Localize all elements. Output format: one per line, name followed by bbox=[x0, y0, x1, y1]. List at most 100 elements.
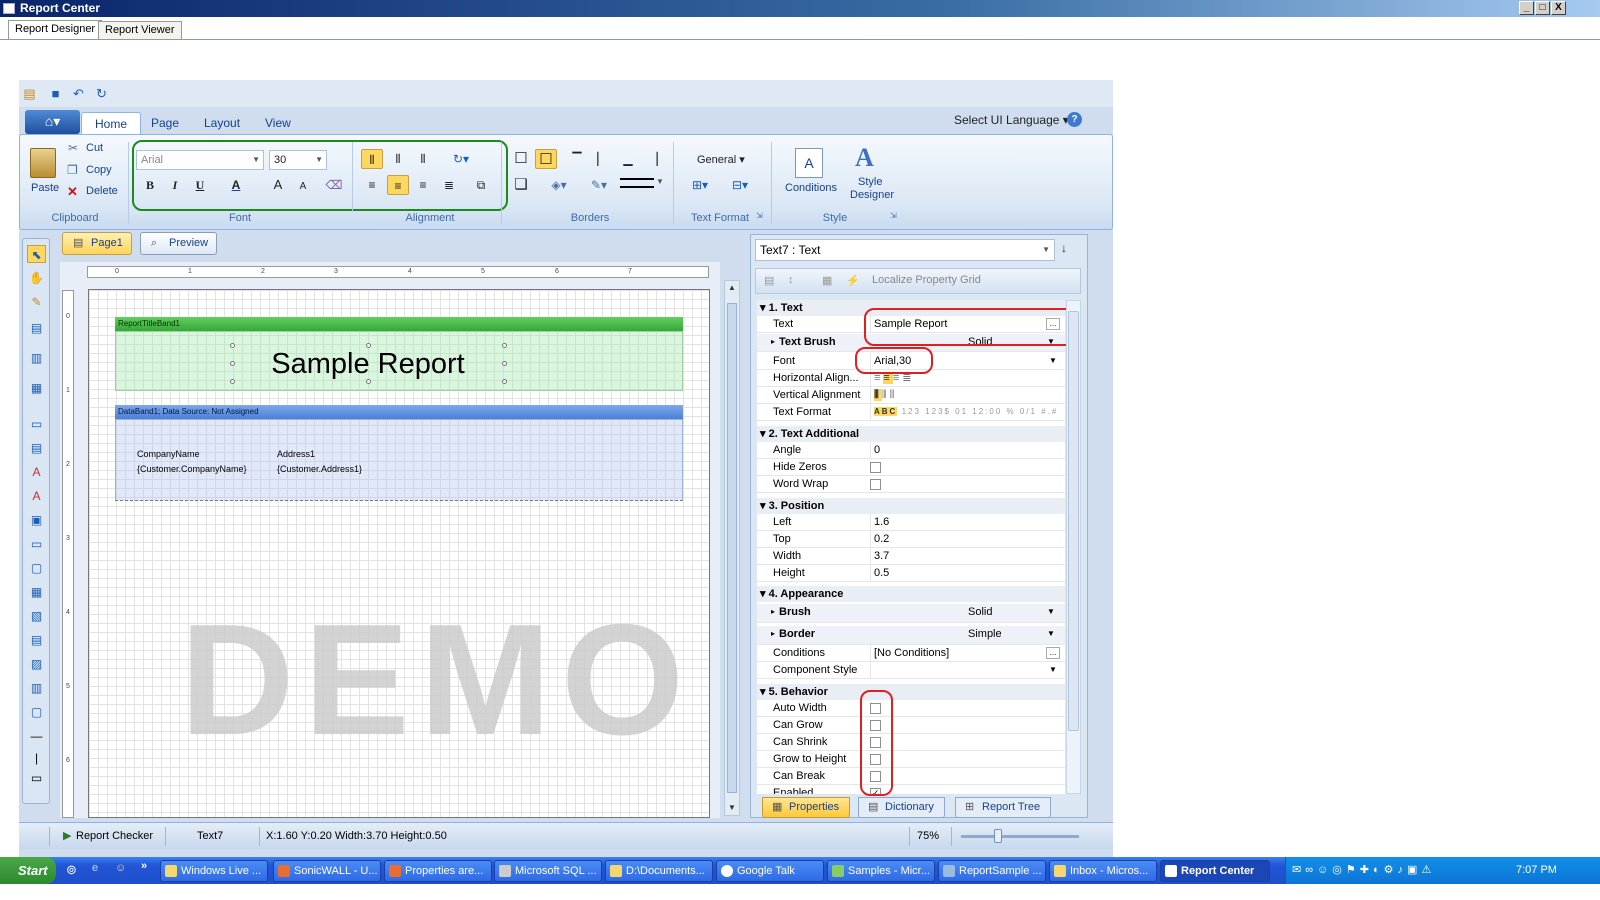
align-justify-icon[interactable]: ≣ bbox=[438, 175, 460, 195]
page-tool-icon[interactable]: ▭ bbox=[27, 415, 46, 433]
ie-icon[interactable]: e bbox=[92, 862, 98, 874]
prop-component-style[interactable]: Component Style ▼ bbox=[757, 662, 1065, 679]
image-tool-icon[interactable]: ▣ bbox=[27, 511, 46, 529]
alphabetical-icon[interactable]: ↕ bbox=[788, 274, 794, 286]
richtext-tool-icon[interactable]: A bbox=[27, 487, 46, 505]
designer-vertical-scrollbar[interactable]: ▲ ▼ bbox=[724, 280, 740, 816]
preview-tab[interactable]: ⌕ Preview bbox=[140, 232, 218, 255]
font-color-button[interactable]: A bbox=[225, 175, 247, 195]
text-format-dropdown[interactable]: General ▾ bbox=[697, 153, 745, 166]
task-sql[interactable]: Microsoft SQL ... bbox=[494, 860, 602, 882]
italic-button[interactable]: I bbox=[164, 175, 186, 195]
resize-handle[interactable] bbox=[230, 361, 235, 366]
copy-button[interactable]: Copy bbox=[86, 164, 112, 176]
ribbon-tab-home[interactable]: Home bbox=[81, 112, 142, 135]
conditions-button[interactable]: Conditions bbox=[785, 182, 837, 194]
scroll-thumb[interactable] bbox=[1068, 311, 1079, 731]
app-menu-button[interactable]: ⌂▾ bbox=[25, 110, 80, 134]
maximize-button[interactable]: □ bbox=[1535, 1, 1550, 15]
more-icon[interactable]: » bbox=[141, 860, 147, 872]
text-format-launcher-icon[interactable]: ⇲ bbox=[756, 211, 763, 220]
messenger-icon[interactable]: ☺ bbox=[115, 862, 126, 874]
align-right-icon[interactable]: ≡ bbox=[412, 175, 434, 195]
address-field[interactable]: {Customer.Address1} bbox=[277, 462, 362, 476]
prop-left[interactable]: Left 1.6 bbox=[757, 514, 1065, 531]
undo-icon[interactable]: ↶ bbox=[71, 86, 86, 101]
resize-handle[interactable] bbox=[502, 361, 507, 366]
format-currency-icon[interactable]: ⊟▾ bbox=[726, 175, 754, 195]
category-text-additional[interactable]: ▾ 2. Text Additional bbox=[757, 426, 1065, 442]
style-designer-button-line2[interactable]: Designer bbox=[850, 189, 894, 201]
close-button[interactable]: X bbox=[1551, 1, 1566, 15]
prop-angle[interactable]: Angle 0 bbox=[757, 442, 1065, 459]
tab-report-designer[interactable]: Report Designer bbox=[8, 20, 103, 39]
sort-az-icon[interactable]: ↓ bbox=[1061, 241, 1067, 255]
window-title-bar[interactable]: Report Center _ □ X bbox=[0, 0, 1600, 17]
dictionary-tab[interactable]: ▤ Dictionary bbox=[858, 797, 945, 818]
prop-can-break[interactable]: Can Break bbox=[757, 768, 1065, 785]
categorized-icon[interactable]: ▤ bbox=[764, 274, 774, 287]
category-behavior[interactable]: ▾ 5. Behavior bbox=[757, 684, 1065, 700]
border-style-dropdown-icon[interactable]: ▼ bbox=[656, 177, 664, 186]
resize-handle[interactable] bbox=[502, 379, 507, 384]
zoom-slider-thumb[interactable] bbox=[994, 829, 1002, 843]
object-selector[interactable]: Text7 : Text ▼ bbox=[755, 239, 1055, 261]
minimize-button[interactable]: _ bbox=[1519, 1, 1534, 15]
company-name-field[interactable]: {Customer.CompanyName} bbox=[137, 462, 247, 476]
prop-width[interactable]: Width 3.7 bbox=[757, 548, 1065, 565]
valign-center-icon[interactable]: ⦀ bbox=[387, 149, 409, 169]
shape-tool-icon[interactable]: ▢ bbox=[27, 703, 46, 721]
horizontal-line-tool-icon[interactable]: — bbox=[27, 727, 46, 745]
delete-button[interactable]: Delete bbox=[86, 185, 118, 197]
hand-tool-icon[interactable]: ✋ bbox=[27, 269, 46, 287]
panel-tool-icon[interactable]: ▦ bbox=[27, 379, 46, 397]
border-top-icon[interactable]: ▔ bbox=[566, 149, 588, 169]
crossband-tool-icon[interactable]: ▥ bbox=[27, 349, 46, 367]
resize-handle[interactable] bbox=[230, 379, 235, 384]
prop-auto-width[interactable]: Auto Width bbox=[757, 700, 1065, 717]
resize-handle[interactable] bbox=[366, 379, 371, 384]
page1-tab[interactable]: ▤ Page1 bbox=[62, 232, 132, 255]
edit-ellipsis-button[interactable]: ... bbox=[1046, 647, 1060, 659]
start-button[interactable]: Start bbox=[0, 857, 56, 884]
prop-vertical-alignment[interactable]: Vertical Alignment ⦀⦀⦀ bbox=[757, 387, 1065, 404]
report-title-band-header[interactable]: ReportTitleBand1 bbox=[115, 317, 683, 331]
font-family-combo[interactable]: Arial ▼ bbox=[136, 150, 264, 170]
prop-can-shrink[interactable]: Can Shrink bbox=[757, 734, 1065, 751]
subreport-tool-icon[interactable]: ▧ bbox=[27, 607, 46, 625]
picture-tool-icon[interactable]: ▨ bbox=[27, 655, 46, 673]
data-band-header[interactable]: DataBand1; Data Source: Not Assigned bbox=[115, 405, 683, 419]
quick-launch-icon[interactable]: ⊚ bbox=[66, 862, 77, 878]
rectangle-tool-icon[interactable]: ▭ bbox=[27, 769, 46, 787]
table-tool-icon[interactable]: ▦ bbox=[27, 583, 46, 601]
clone-tool-icon[interactable]: ▢ bbox=[27, 559, 46, 577]
conditions-icon[interactable]: A bbox=[795, 148, 823, 178]
ribbon-tab-view[interactable]: View bbox=[252, 112, 304, 134]
localize-property-grid-button[interactable]: Localize Property Grid bbox=[872, 274, 981, 286]
task-inbox[interactable]: Inbox - Micros... bbox=[1049, 860, 1157, 882]
report-tree-tab[interactable]: ⊞ Report Tree bbox=[955, 797, 1052, 818]
valign-bottom-icon[interactable]: ⦀ bbox=[412, 149, 434, 169]
align-center-button[interactable]: ≡ bbox=[387, 175, 409, 195]
resize-handle[interactable] bbox=[366, 343, 371, 348]
ribbon-tab-layout[interactable]: Layout bbox=[191, 112, 253, 134]
panel2-tool-icon[interactable]: ▭ bbox=[27, 535, 46, 553]
task-samples[interactable]: Samples - Micr... bbox=[827, 860, 935, 882]
prop-height[interactable]: Height 0.5 bbox=[757, 565, 1065, 582]
valign-top-button[interactable]: ⦀ bbox=[361, 149, 383, 169]
scroll-thumb[interactable] bbox=[727, 303, 737, 793]
text-tool-icon[interactable]: A bbox=[27, 463, 46, 481]
bold-button[interactable]: B bbox=[139, 175, 161, 195]
property-grid-scrollbar[interactable] bbox=[1066, 300, 1081, 794]
grow-font-button[interactable]: A bbox=[267, 175, 289, 195]
border-left-icon[interactable]: ▏ bbox=[591, 149, 613, 169]
border-bottom-icon[interactable]: ▁ bbox=[617, 149, 639, 169]
font-size-combo[interactable]: 30 ▼ bbox=[269, 150, 327, 170]
prop-hide-zeros[interactable]: Hide Zeros bbox=[757, 459, 1065, 476]
task-windows-live[interactable]: Windows Live ... bbox=[160, 860, 268, 882]
prop-brush[interactable]: ▸ Brush Solid ▼ bbox=[757, 604, 1065, 623]
paste-icon[interactable] bbox=[30, 148, 56, 178]
task-reportsample[interactable]: ReportSample ... bbox=[938, 860, 1046, 882]
category-position[interactable]: ▾ 3. Position bbox=[757, 498, 1065, 514]
fill-color-icon[interactable]: ◈▾ bbox=[544, 175, 574, 195]
